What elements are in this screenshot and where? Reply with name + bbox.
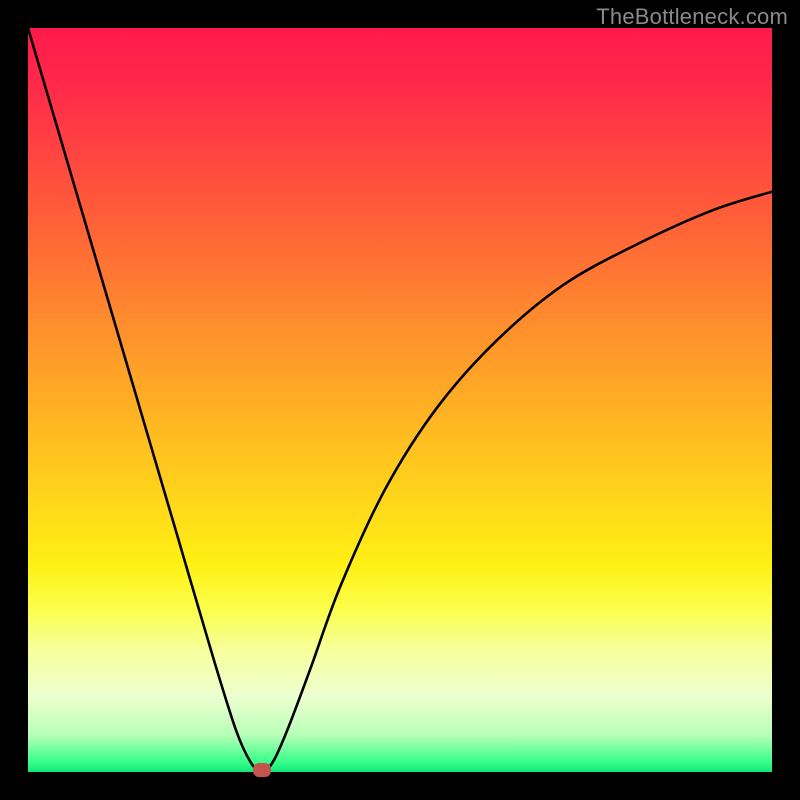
- minimum-marker: [253, 763, 271, 777]
- chart-frame: TheBottleneck.com: [0, 0, 800, 800]
- watermark-text: TheBottleneck.com: [596, 4, 788, 30]
- plot-area: [28, 28, 772, 772]
- bottleneck-curve: [28, 28, 772, 772]
